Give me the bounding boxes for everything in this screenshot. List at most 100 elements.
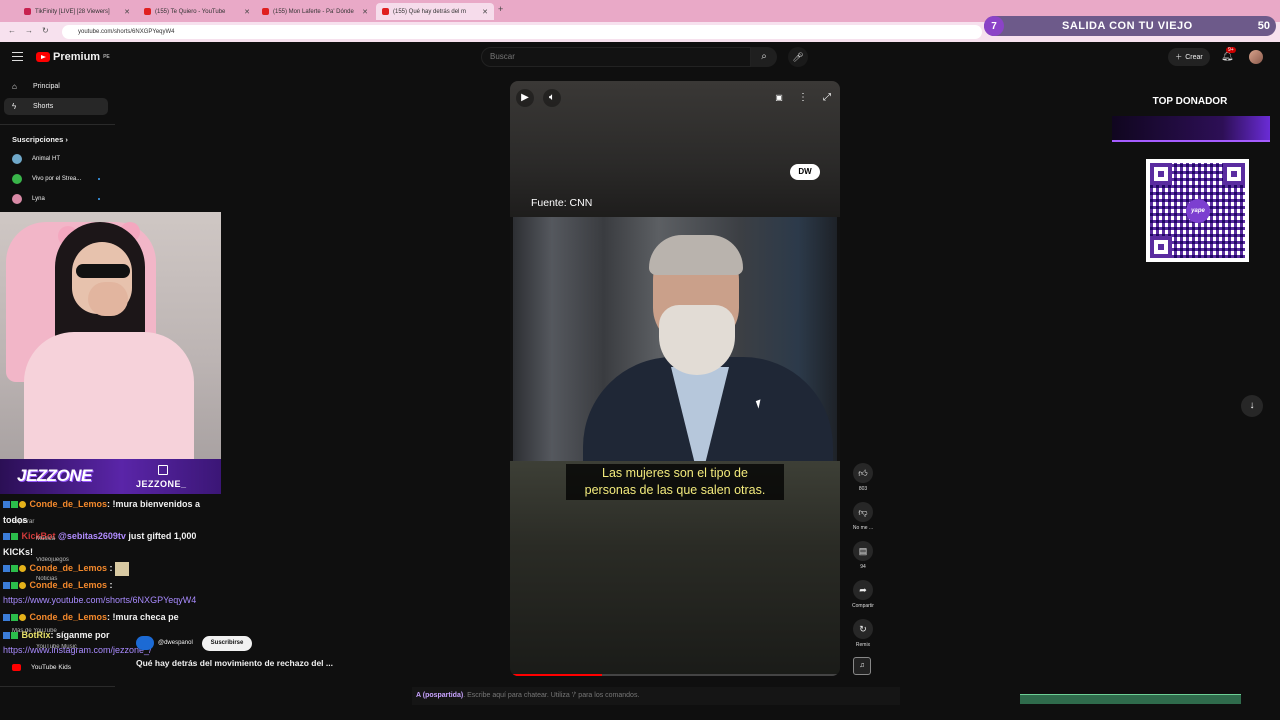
youtube-header: Premium PE Buscar ⌕ 🎤︎ ＋ Crear 🔔︎ 9+	[0, 42, 1280, 74]
subscription-item[interactable]: Lyna	[4, 190, 108, 207]
top-donor-label: TOP DONADOR	[1152, 96, 1228, 107]
video-source-label: Fuente: CNN	[531, 197, 593, 209]
tab-close-icon[interactable]: ✕	[482, 8, 488, 16]
browser-tab[interactable]: (155) Te Quiero - YouTube ✕	[138, 3, 256, 20]
share-icon: ➦	[853, 580, 873, 600]
sidebar-item-label: Shorts	[33, 103, 54, 110]
chat-link[interactable]: https://www.youtube.com/shorts/6NXGPYeqy…	[3, 592, 225, 608]
sidebar-divider	[0, 686, 115, 687]
browser-tab-active[interactable]: (155) Qué hay detrás del m ✕	[376, 3, 494, 20]
sidebar-item-youtube-kids[interactable]: YouTube Kids	[12, 664, 71, 671]
chat-message: Conde_de_Lemos: !mura checa pe	[3, 609, 225, 625]
tab-favicon-icon	[24, 8, 31, 15]
sidebar: ⌂ Principal ϟ Shorts Suscripciones › Ani…	[0, 74, 115, 214]
goal-level-badge: 7	[984, 16, 1004, 36]
qr-corner	[1223, 163, 1245, 185]
video-progress-bar[interactable]	[510, 674, 840, 676]
sidebar-divider	[0, 124, 115, 125]
remix-button[interactable]: ↻ Remix	[851, 619, 875, 648]
plus-icon: ＋	[1175, 54, 1183, 61]
browser-tab[interactable]: TikFinity [LIVE] [28 Viewers] ✕	[18, 3, 136, 20]
progress-fill	[510, 674, 603, 676]
dislike-button[interactable]: 👎︎ No me ...	[851, 502, 875, 531]
hand	[88, 282, 128, 316]
badge-icon	[3, 614, 10, 622]
chat-input-user: A (pospartida)	[416, 692, 464, 699]
tab-label: (155) Qué hay detrás del m	[393, 8, 467, 15]
short-title[interactable]: Qué hay detrás del movimiento de rechazo…	[136, 658, 333, 668]
live-dot	[98, 177, 100, 180]
subscriptions-header[interactable]: Suscripciones ›	[12, 135, 68, 144]
subscribe-button[interactable]: Suscribirse	[202, 636, 252, 651]
channel-handle[interactable]: @dwespanol	[158, 640, 193, 646]
subscription-label: Animal HT	[32, 155, 61, 162]
stream-goal-banner: 7 SALIDA CON TU VIEJO 50	[984, 16, 1276, 36]
dislike-label: No me ...	[852, 525, 874, 531]
badge-icon	[3, 501, 10, 509]
sunglasses	[76, 264, 130, 278]
browser-tab[interactable]: (155) Mon Laferte - Pa' Dónde ✕	[256, 3, 374, 20]
subscription-item[interactable]: Animal HT	[4, 150, 108, 167]
logo-region: PE	[103, 54, 110, 60]
badge-icon	[11, 614, 18, 622]
comments-button[interactable]: ▤ 94	[851, 541, 875, 570]
sidebar-ghost-label: YouTube Music	[36, 644, 77, 650]
channel-logo: JEZZONE	[17, 466, 92, 485]
channel-avatar	[12, 173, 22, 184]
stream-status-bar	[1020, 694, 1241, 704]
captions-icon[interactable]: ▣	[770, 89, 788, 107]
tab-label: (155) Mon Laferte - Pa' Dónde	[273, 8, 354, 15]
next-short-arrow-icon[interactable]: ↓	[1241, 395, 1263, 417]
like-button[interactable]: 👍︎ 803	[851, 463, 875, 492]
badge-icon	[3, 582, 10, 590]
tab-close-icon[interactable]: ✕	[244, 8, 250, 16]
youtube-logo[interactable]: Premium PE	[36, 51, 110, 63]
sound-thumbnail-icon[interactable]: ♫	[853, 657, 871, 675]
dw-logo: DW	[790, 164, 820, 180]
goal-count: 50	[1257, 20, 1270, 32]
search-input[interactable]: Buscar	[481, 47, 751, 67]
more-options-icon[interactable]: ⋮	[794, 89, 812, 107]
chat-input-placeholder: . Escribe aquí para chatear. Utiliza '/'…	[463, 692, 640, 699]
yape-logo-icon: yape	[1186, 199, 1210, 223]
channel-avatar	[12, 153, 22, 164]
badge-icon	[11, 582, 18, 590]
shorts-player[interactable]: ▶ 🔈︎ ▣ ⋮ ⤢ Fuente: CNN DW	[510, 81, 840, 676]
url-field[interactable]: youtube.com/shorts/6NXGPYeqyW4	[62, 25, 982, 39]
remix-icon: ↻	[853, 619, 873, 639]
fullscreen-icon[interactable]: ⤢	[818, 89, 836, 107]
hamburger-menu-icon[interactable]	[12, 52, 23, 61]
subscription-item[interactable]: Vivo por el Strea...	[4, 170, 108, 187]
stream-chat-input[interactable]: A (pospartida). Escribe aquí para chatea…	[412, 687, 900, 705]
shorts-icon: ϟ	[12, 102, 17, 111]
account-avatar[interactable]	[1249, 50, 1263, 64]
badge-icon	[19, 582, 26, 590]
video-scene	[513, 217, 837, 467]
new-tab-button[interactable]: +	[498, 4, 503, 14]
create-button[interactable]: ＋ Crear	[1168, 48, 1210, 66]
search-icon[interactable]: ⌕	[751, 47, 777, 67]
sidebar-item-shorts[interactable]: ϟ Shorts	[4, 98, 108, 115]
sidebar-item-home[interactable]: ⌂ Principal	[4, 78, 108, 95]
sidebar-item-label: Principal	[33, 83, 60, 90]
badge-icon	[11, 533, 18, 541]
badge-icon	[19, 565, 26, 573]
qr-code: yape	[1146, 159, 1249, 262]
channel-banner: JEZZONE JEZZONE_	[0, 459, 221, 494]
emote-icon	[115, 561, 130, 576]
play-icon[interactable]: ▶	[516, 89, 534, 107]
sidebar-ghost-label: Música	[36, 536, 56, 542]
badge-icon	[19, 501, 26, 509]
microphone-icon[interactable]: 🎤︎	[788, 47, 808, 67]
notifications-bell-icon[interactable]: 🔔︎ 9+	[1221, 47, 1236, 62]
tab-close-icon[interactable]: ✕	[362, 8, 368, 16]
share-button[interactable]: ➦ Compartir	[851, 580, 875, 609]
chevron-right-icon: ›	[65, 135, 68, 144]
badge-icon	[19, 614, 26, 622]
subscription-label: Vivo por el Strea...	[32, 175, 82, 182]
subtitle-line: personas de las que salen otras.	[584, 483, 766, 497]
tab-close-icon[interactable]: ✕	[124, 8, 130, 16]
channel-avatar[interactable]	[136, 636, 154, 650]
nav-buttons[interactable]: ←→↻	[8, 26, 58, 35]
volume-icon[interactable]: 🔈︎	[543, 89, 561, 107]
